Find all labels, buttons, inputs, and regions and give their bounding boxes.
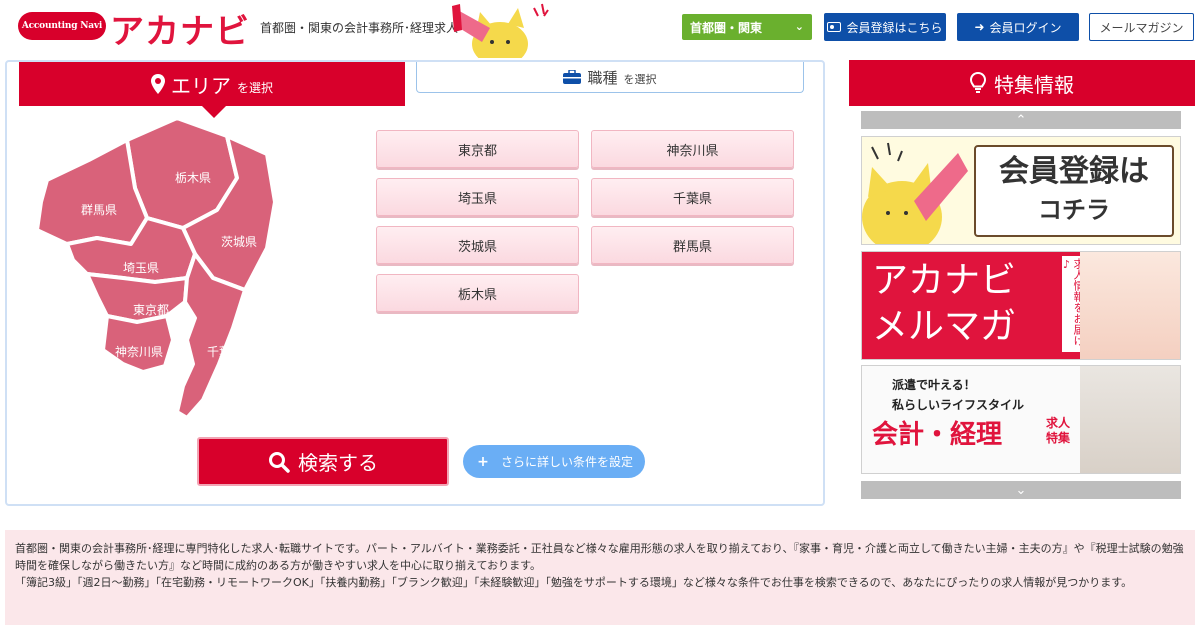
banner-dispatch-line2: 私らしいライフスタイル (892, 398, 1025, 412)
map-label-saitama: 埼玉県 (123, 261, 159, 275)
tab-area-sublabel: を選択 (236, 80, 273, 95)
chevron-down-icon: ⌄ (1015, 482, 1027, 498)
map-region-gunma[interactable] (35, 138, 149, 246)
description-paragraph: 「簿記3級」「週2日～勤務」「在宅勤務・リモートワークOK」「扶養内勤務」「ブラ… (15, 576, 1133, 589)
prefecture-button[interactable]: 千葉県 (591, 178, 794, 216)
kanto-map: 栃木県 群馬県 茨城県 埼玉県 東京都 神奈川県 千葉県 (35, 118, 277, 418)
banner-magazine-text: アカナビ メルマガ (872, 258, 1016, 350)
feature-panel: 特集情報 ⌃ 会員登録は コチラ アカナビ メルマガ 求人情報をお届け♪ 派遣で… (849, 60, 1195, 506)
tab-job-select[interactable]: 職種 を選択 (416, 62, 804, 93)
feature-header: 特集情報 (849, 60, 1195, 106)
prefecture-button[interactable]: 茨城県 (376, 226, 579, 264)
banner-dispatch-line3: 会計・経理 (872, 420, 1003, 450)
tab-area-label: エリア (170, 73, 231, 98)
search-icon (269, 451, 290, 473)
login-button[interactable]: ➜ 会員ログイン (957, 13, 1079, 41)
banner-register-line1: 会員登録は (999, 154, 1149, 189)
site-tagline: 首都圏・関東の会計事務所･経理求人 (260, 21, 459, 35)
banner-magazine-line1: アカナビ (872, 260, 1017, 301)
banner-magazine[interactable]: アカナビ メルマガ 求人情報をお届け♪ (861, 251, 1181, 360)
banner-register-text: 会員登録は コチラ (974, 145, 1174, 237)
map-label-gunma: 群馬県 (81, 203, 117, 217)
map-region-kanagawa[interactable] (101, 314, 175, 374)
description-paragraph: 首都圏・関東の会計事務所･経理に専門特化した求人･転職サイトです。パート・アルバ… (15, 542, 1184, 572)
search-panel: エリア を選択 職種 を選択 栃木県 群馬県 茨城県 埼玉県 東京都 神奈川県 (5, 60, 825, 506)
site-logo-badge[interactable]: Accounting Navi (18, 12, 106, 40)
prefecture-button[interactable]: 栃木県 (376, 274, 579, 312)
feature-body: ⌃ 会員登録は コチラ アカナビ メルマガ 求人情報をお届け♪ 派遣で叶える！ … (849, 106, 1195, 506)
region-select-label: 首都圏・関東 (690, 20, 763, 35)
prefecture-button[interactable]: 埼玉県 (376, 178, 579, 216)
map-label-kanagawa: 神奈川県 (115, 345, 163, 359)
login-button-label: 会員ログイン (989, 20, 1062, 35)
magazine-button[interactable]: メールマガジン (1089, 13, 1194, 41)
banner-dispatch-line1: 派遣で叶える！ (892, 378, 976, 392)
chevron-up-icon: ⌃ (1015, 112, 1027, 128)
feature-title: 特集情報 (994, 72, 1074, 97)
detail-conditions-button[interactable]: + さらに詳しい条件を設定 (463, 445, 645, 478)
plus-icon: + (477, 453, 489, 470)
search-button[interactable]: 検索する (197, 437, 449, 486)
woman-photo (1080, 252, 1180, 359)
prefecture-button[interactable]: 東京都 (376, 130, 579, 168)
mascot-cat-icon (452, 3, 549, 58)
login-arrow-icon: ➜ (974, 20, 985, 34)
lightbulb-icon (970, 72, 986, 93)
carousel-up-button[interactable]: ⌃ (861, 111, 1181, 129)
mascot-cat-icon (862, 142, 968, 244)
site-description: 首都圏・関東の会計事務所･経理に専門特化した求人･転職サイトです。パート・アルバ… (5, 530, 1195, 625)
map-label-tokyo: 東京都 (133, 303, 169, 317)
site-logo-text[interactable]: アカナビ (110, 4, 250, 53)
register-button[interactable]: 会員登録はこちら (824, 13, 946, 41)
banner-dispatch-line4: 求人特集 (1046, 416, 1071, 445)
map-label-tochigi: 栃木県 (175, 171, 211, 185)
chevron-down-icon: ⌄ (794, 20, 804, 33)
prefecture-button[interactable]: 神奈川県 (591, 130, 794, 168)
region-select[interactable]: 首都圏・関東 ⌄ (682, 14, 812, 40)
woman-photo (1080, 366, 1180, 473)
tab-area-select[interactable]: エリア を選択 (19, 62, 405, 118)
tab-job-sublabel: を選択 (623, 73, 657, 86)
carousel-down-button[interactable]: ⌄ (861, 481, 1181, 499)
banner-magazine-line2: メルマガ (872, 306, 1017, 347)
prefecture-button[interactable]: 群馬県 (591, 226, 794, 264)
map-pin-icon (150, 74, 165, 94)
map-label-chiba: 千葉県 (207, 345, 243, 359)
tab-job-label: 職種 (587, 68, 618, 87)
briefcase-icon (563, 70, 582, 84)
register-button-label: 会員登録はこちら (846, 20, 943, 35)
banner-dispatch[interactable]: 派遣で叶える！ 私らしいライフスタイル 会計・経理 求人特集 (861, 365, 1181, 474)
id-card-icon (827, 22, 842, 32)
search-button-label: 検索する (298, 451, 378, 475)
map-label-ibaraki: 茨城県 (221, 235, 257, 249)
banner-register-line2: コチラ (1038, 196, 1110, 224)
banner-register[interactable]: 会員登録は コチラ (861, 136, 1181, 245)
site-header: Accounting Navi アカナビ 首都圏・関東の会計事務所･経理求人 首… (0, 0, 1200, 58)
detail-conditions-label: さらに詳しい条件を設定 (500, 455, 633, 469)
